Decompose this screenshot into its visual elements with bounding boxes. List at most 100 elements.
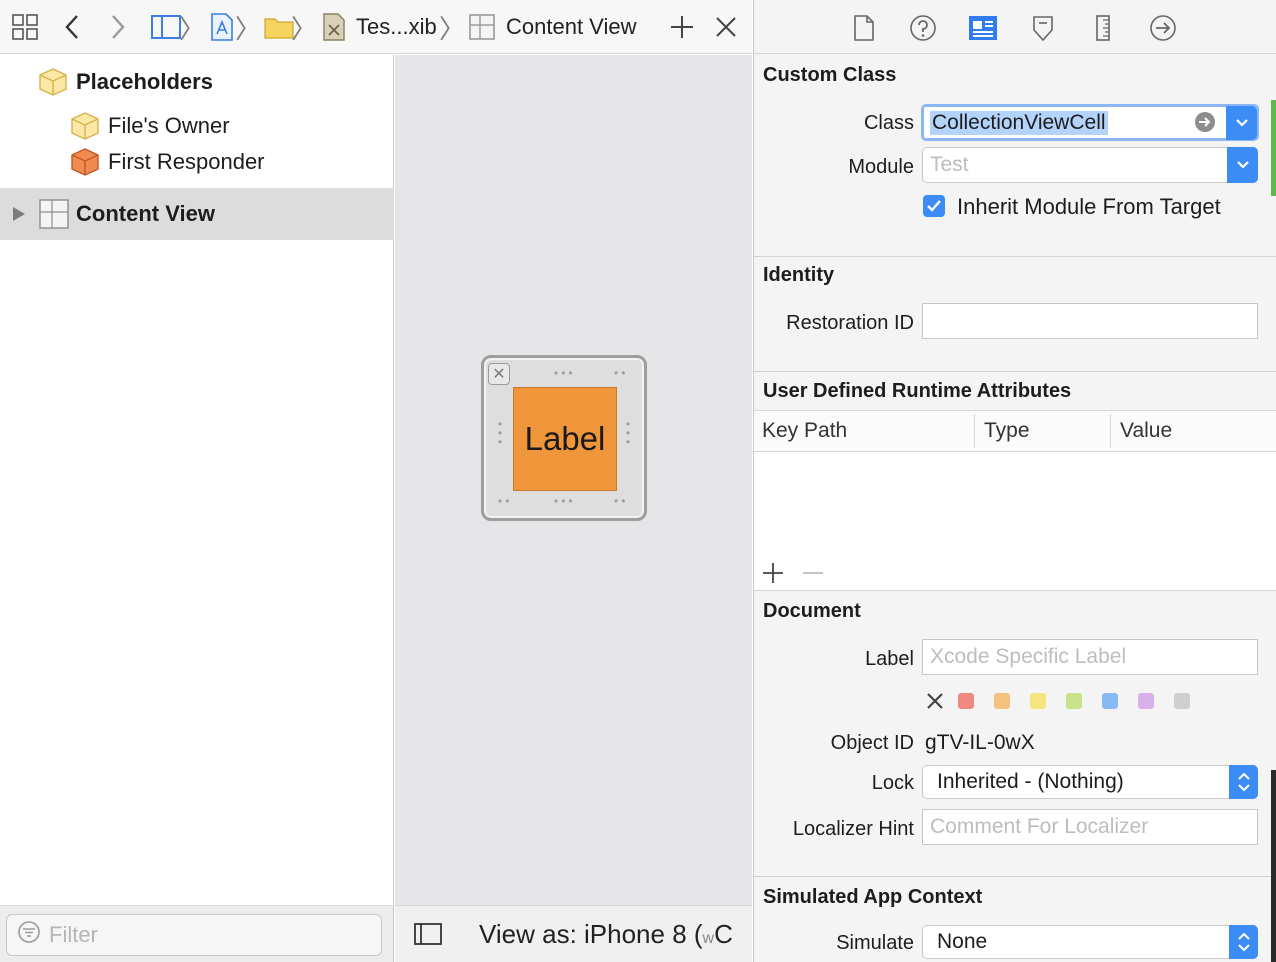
resize-handle[interactable]: •• — [614, 495, 628, 507]
resize-handle[interactable]: •• — [614, 367, 628, 379]
color-swatch[interactable] — [994, 693, 1010, 709]
module-dropdown-button[interactable] — [1227, 147, 1258, 183]
outline-item-first-responder[interactable]: First Responder — [0, 144, 394, 180]
section-divider — [754, 371, 1276, 372]
column-header-value[interactable]: Value — [1112, 410, 1272, 452]
updown-chevron-icon — [1237, 932, 1250, 952]
outline-item-placeholders[interactable]: Placeholders — [0, 64, 394, 100]
outline-item-files-owner[interactable]: File's Owner — [0, 108, 394, 144]
go-to-class-icon[interactable] — [1194, 111, 1216, 139]
connections-inspector-icon[interactable] — [1147, 12, 1179, 44]
color-swatch[interactable] — [1030, 693, 1046, 709]
color-swatch[interactable] — [1066, 693, 1082, 709]
back-arrow-icon[interactable] — [56, 0, 88, 54]
edge-indicator — [1271, 100, 1276, 196]
lock-stepper[interactable] — [1229, 765, 1258, 799]
lock-popup[interactable]: Inherited - (Nothing) — [922, 765, 1258, 799]
disclosure-triangle-icon[interactable] — [12, 205, 26, 228]
class-label: Class — [863, 112, 914, 134]
document-label-label: Label — [865, 648, 914, 670]
module-field[interactable]: Test — [922, 147, 1258, 183]
column-header-type[interactable]: Type — [976, 410, 1110, 452]
color-swatch[interactable] — [1174, 693, 1190, 709]
inspector-tabs — [754, 0, 1276, 54]
toggle-outline-icon[interactable] — [413, 922, 443, 952]
column-divider — [974, 414, 975, 448]
lock-label: Lock — [871, 772, 914, 794]
filter-field[interactable] — [6, 914, 382, 956]
quick-help-icon[interactable] — [907, 12, 939, 44]
color-swatch[interactable] — [1138, 693, 1154, 709]
cell-label[interactable]: Label — [513, 387, 617, 491]
inherit-module-checkbox[interactable] — [923, 195, 945, 217]
restoration-id-label: Restoration ID — [786, 312, 914, 334]
color-swatch[interactable] — [1102, 693, 1118, 709]
section-divider — [754, 256, 1276, 257]
filter-input[interactable] — [49, 922, 349, 948]
column-divider — [1110, 414, 1111, 448]
document-label-field[interactable]: Xcode Specific Label — [922, 639, 1258, 675]
color-swatch[interactable] — [958, 693, 974, 709]
resize-handle[interactable]: ••• — [498, 418, 504, 448]
clear-color-icon[interactable] — [926, 692, 944, 716]
section-divider — [754, 590, 1276, 591]
collection-view-cell[interactable]: ✕ ••• •• ••• •• •• • • • • • • Label — [481, 355, 647, 521]
localizer-hint-field[interactable]: Comment For Localizer — [922, 809, 1258, 845]
add-attribute-icon[interactable] — [762, 562, 784, 590]
file-inspector-icon[interactable] — [848, 12, 880, 44]
app-file-icon[interactable] — [206, 0, 238, 54]
simulate-value: None — [937, 930, 988, 953]
breadcrumb-file[interactable]: Tes...xib — [356, 0, 446, 54]
outline-item-content-view[interactable]: Content View — [0, 188, 394, 240]
simulate-popup[interactable]: None — [922, 925, 1258, 959]
attributes-inspector-icon[interactable] — [1027, 12, 1059, 44]
module-label: Module — [848, 156, 914, 178]
breadcrumb-separator: 〉 — [439, 13, 466, 44]
inherit-module-label[interactable]: Inherit Module From Target — [957, 194, 1221, 220]
resize-handle[interactable]: •• — [498, 495, 512, 507]
canvas-bottom-bar: View as: iPhone 8 (wC — [395, 905, 752, 962]
filter-icon — [17, 920, 41, 950]
section-title-document: Document — [763, 600, 861, 622]
add-icon[interactable] — [666, 0, 698, 54]
identity-inspector-icon[interactable] — [967, 12, 999, 44]
module-placeholder: Test — [930, 153, 969, 176]
view-object-icon — [38, 198, 70, 236]
restoration-id-field[interactable] — [922, 303, 1258, 339]
section-title-identity: Identity — [763, 264, 835, 286]
lock-value: Inherited - (Nothing) — [937, 770, 1124, 793]
related-items-icon[interactable] — [8, 0, 42, 54]
class-dropdown-button[interactable] — [1226, 106, 1257, 140]
class-field[interactable]: CollectionViewCell — [921, 104, 1259, 141]
column-header-key-path[interactable]: Key Path — [754, 410, 974, 452]
placeholder-cube-icon — [38, 67, 68, 103]
outline-label: File's Owner — [108, 113, 230, 138]
close-icon[interactable] — [710, 0, 742, 54]
document-outline: Placeholders File's Owner First Responde… — [0, 55, 394, 905]
size-inspector-icon[interactable] — [1087, 12, 1119, 44]
resize-handle[interactable]: ••• — [626, 418, 632, 448]
object-id-label: Object ID — [830, 732, 914, 754]
section-title-runtime-attributes: User Defined Runtime Attributes — [763, 380, 1072, 402]
edge-indicator — [1271, 770, 1276, 962]
xib-file-icon[interactable] — [318, 0, 350, 54]
identity-inspector: Custom Class Class CollectionViewCell Mo… — [753, 0, 1276, 962]
updown-chevron-icon — [1237, 772, 1250, 792]
view-as-device[interactable]: View as: iPhone 8 (wC — [479, 919, 733, 950]
breadcrumb-separator: 〉 — [235, 13, 262, 44]
simulate-stepper[interactable] — [1229, 925, 1258, 959]
view-object-icon[interactable] — [466, 0, 498, 54]
forward-arrow-icon[interactable] — [102, 0, 134, 54]
outline-filter-bar — [0, 905, 394, 962]
runtime-attributes-table[interactable]: Key Path Type Value — [754, 410, 1276, 590]
checkmark-icon — [927, 200, 941, 212]
class-value: CollectionViewCell — [930, 110, 1108, 135]
remove-attribute-icon[interactable] — [802, 562, 824, 590]
section-divider — [754, 876, 1276, 877]
interface-canvas[interactable]: ✕ ••• •• ••• •• •• • • • • • • Label — [395, 55, 752, 905]
resize-handle[interactable]: ••• — [554, 495, 576, 507]
close-icon[interactable]: ✕ — [488, 363, 510, 385]
placeholder-cube-icon — [70, 111, 100, 147]
breadcrumb-object[interactable]: Content View — [506, 0, 656, 54]
resize-handle[interactable]: ••• — [554, 367, 576, 379]
